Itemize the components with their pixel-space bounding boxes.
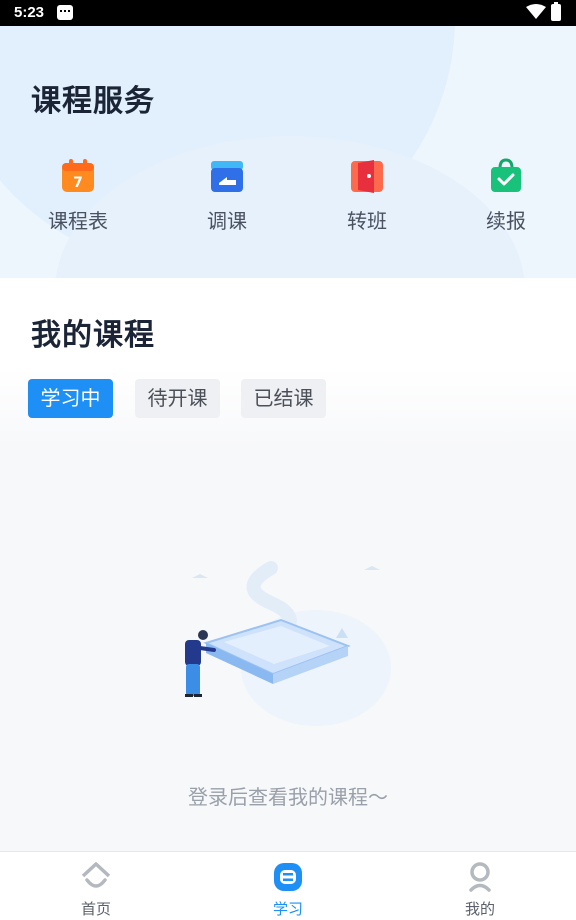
my-courses-title: 我的课程 bbox=[31, 318, 155, 353]
nav-home[interactable]: 首页 bbox=[0, 852, 192, 920]
wifi-icon bbox=[526, 4, 546, 19]
service-renew-button[interactable]: 续报 bbox=[456, 156, 556, 236]
status-time: 5:23 bbox=[14, 4, 45, 21]
tab-finished[interactable]: 已结课 bbox=[241, 379, 326, 418]
door-icon bbox=[351, 160, 383, 193]
service-transfer-button[interactable]: 转班 bbox=[317, 156, 417, 236]
my-courses-section: 我的课程 学习中 待开课 已结课 登录后查看我的课程～ bbox=[0, 278, 576, 851]
tab-upcoming[interactable]: 待开课 bbox=[135, 379, 220, 418]
shopping-bag-icon bbox=[491, 158, 521, 192]
battery-icon bbox=[551, 2, 561, 21]
status-bar: 5:23 bbox=[0, 0, 576, 26]
profile-icon bbox=[469, 862, 491, 892]
service-label: 续报 bbox=[486, 209, 526, 233]
calendar-badge: 7 bbox=[73, 175, 83, 191]
service-label: 课程表 bbox=[48, 209, 108, 233]
service-label: 调课 bbox=[207, 209, 247, 233]
calendar-icon: 7 bbox=[62, 159, 94, 192]
bottom-tab-bar: 首页 学习 我的 bbox=[0, 851, 576, 920]
empty-state-illustration bbox=[185, 561, 391, 726]
nav-label: 首页 bbox=[80, 900, 111, 918]
nav-label: 学习 bbox=[272, 900, 303, 918]
app-notification-icon bbox=[57, 5, 73, 20]
nav-profile[interactable]: 我的 bbox=[384, 852, 576, 920]
swap-class-icon bbox=[211, 161, 243, 192]
home-icon bbox=[81, 862, 111, 888]
tab-studying[interactable]: 学习中 bbox=[28, 379, 113, 418]
empty-state-message: 登录后查看我的课程～ bbox=[188, 785, 388, 809]
course-services-section: 课程服务 7 课程表 调课 转班 续报 bbox=[0, 26, 576, 278]
nav-label: 我的 bbox=[464, 900, 495, 918]
service-schedule-button[interactable]: 7 课程表 bbox=[28, 156, 128, 236]
services-title: 课程服务 bbox=[31, 84, 155, 119]
nav-study[interactable]: 学习 bbox=[192, 852, 384, 920]
study-icon bbox=[274, 863, 302, 891]
service-label: 转班 bbox=[347, 209, 387, 233]
service-reschedule-button[interactable]: 调课 bbox=[177, 156, 277, 236]
